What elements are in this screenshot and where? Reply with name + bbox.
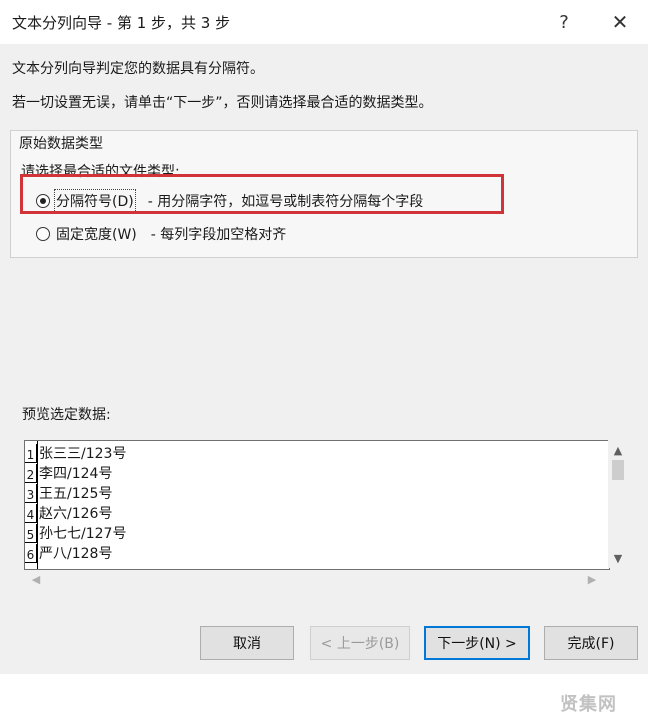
chevron-down-icon[interactable]: ▼ [610, 550, 626, 566]
group-subtitle: 请选择最合适的文件类型: [21, 164, 180, 180]
chevron-right-icon[interactable]: ▶ [584, 571, 600, 587]
radio-fixed-width[interactable]: 固定宽度(W) - 每列字段加空格对齐 [36, 223, 286, 245]
preview-row: 3 王五/125号 [25, 483, 112, 503]
radio-fixed-width-label[interactable]: 固定宽度(W) [56, 224, 137, 244]
back-button[interactable]: < 上一步(B) [310, 626, 410, 660]
preview-row: 6 严八/128号 [25, 543, 112, 563]
title-bar: 文本分列向导 - 第 1 步，共 3 步 ? ✕ [0, 0, 648, 44]
row-text: 严八/128号 [39, 546, 113, 562]
radio-delimited-indicator[interactable] [36, 194, 50, 208]
row-number: 2 [25, 463, 37, 483]
radio-delimited-label[interactable]: 分隔符号(D) [54, 189, 136, 213]
preview-horizontal-scrollbar[interactable]: ◀ ▶ [24, 570, 608, 588]
radio-fixed-width-description: - 每列字段加空格对齐 [150, 227, 287, 243]
radio-fixed-width-indicator[interactable] [36, 227, 50, 241]
group-title: 原始数据类型 [19, 136, 103, 152]
row-text: 李四/124号 [39, 466, 113, 482]
intro-line-2: 若一切设置无误，请单击“下一步”，否则请选择最合适的数据类型。 [12, 95, 433, 111]
preview-row: 4 赵六/126号 [25, 503, 112, 523]
row-number: 5 [25, 523, 37, 543]
preview-row: 5 孙七七/127号 [25, 523, 126, 543]
intro-line-1: 文本分列向导判定您的数据具有分隔符。 [12, 61, 264, 77]
row-number: 6 [25, 543, 37, 563]
watermark-logo: 贤集网 [560, 694, 617, 715]
preview-row: 2 李四/124号 [25, 463, 112, 483]
row-text: 王五/125号 [39, 486, 113, 502]
preview-row: 1 张三三/123号 [25, 443, 126, 463]
chevron-up-icon[interactable]: ▲ [610, 442, 626, 458]
next-button[interactable]: 下一步(N) > [424, 626, 530, 660]
cancel-button[interactable]: 取消 [200, 626, 294, 660]
row-number: 1 [25, 443, 37, 463]
row-text: 孙七七/127号 [39, 526, 127, 542]
preview-vertical-scrollbar[interactable]: ▲ ▼ [608, 440, 628, 568]
dialog-body: 文本分列向导判定您的数据具有分隔符。 若一切设置无误，请单击“下一步”，否则请选… [0, 44, 648, 715]
close-icon[interactable]: ✕ [602, 8, 638, 36]
row-text: 张三三/123号 [39, 446, 127, 462]
finish-button[interactable]: 完成(F) [544, 626, 638, 660]
radio-delimited-description: - 用分隔字符，如逗号或制表符分隔每个字段 [147, 194, 424, 210]
scrollbar-thumb[interactable] [612, 460, 624, 480]
row-text: 赵六/126号 [39, 506, 113, 522]
help-icon[interactable]: ? [546, 8, 582, 36]
window-title: 文本分列向导 - 第 1 步，共 3 步 [12, 14, 231, 32]
row-number: 4 [25, 503, 37, 523]
radio-delimited[interactable]: 分隔符号(D) - 用分隔字符，如逗号或制表符分隔每个字段 [36, 189, 424, 213]
chevron-left-icon[interactable]: ◀ [28, 571, 44, 587]
preview-area[interactable]: 1 张三三/123号 2 李四/124号 3 王五/125号 4 赵六/126号… [24, 440, 610, 570]
preview-label: 预览选定数据: [22, 407, 111, 423]
row-number: 3 [25, 483, 37, 503]
